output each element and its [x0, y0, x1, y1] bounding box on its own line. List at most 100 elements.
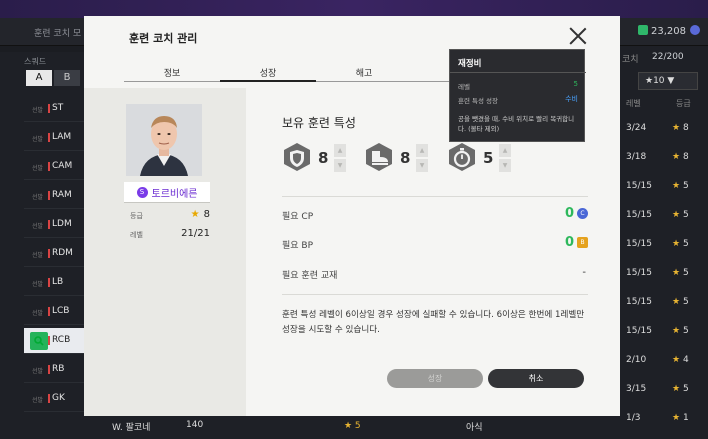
tab-dismiss[interactable]: 해고	[316, 66, 412, 82]
squad-row[interactable]: 선발 LB	[24, 270, 84, 296]
star-icon: ★	[672, 384, 683, 394]
tooltip-growth-value: 수비	[565, 95, 578, 103]
trait-stopwatch-up-button[interactable]: ▲	[499, 144, 511, 157]
tooltip-divider	[450, 72, 586, 73]
squad-row[interactable]: 선발 CAM	[24, 154, 84, 180]
squad-tab-b[interactable]: B	[54, 70, 80, 86]
trait-shield-up-button[interactable]: ▲	[334, 144, 346, 157]
squad-row-tag: 선발	[32, 397, 44, 404]
bottom-player-number: 140	[186, 420, 204, 430]
cost-bp-value: 0	[564, 235, 574, 250]
coach-list-grade: ★ 5	[672, 297, 689, 307]
squad-row-tag: 선발	[32, 136, 44, 143]
trait-stopwatch-down-button[interactable]: ▼	[499, 159, 511, 172]
squad-row-position: LDM	[48, 219, 72, 229]
coach-rarity-icon: S	[136, 186, 148, 198]
squad-row-position: LB	[47, 277, 64, 287]
tooltip-level-label: 레벨	[458, 83, 470, 91]
trait-boot-value: 8	[400, 149, 411, 167]
cost-cp-row: 필요 CP 0 C	[282, 206, 588, 223]
coach-list-row[interactable]: 15/15 ★ 5	[620, 232, 708, 258]
coach-level-value: 21/21	[181, 228, 210, 239]
trait-boot-down-button[interactable]: ▼	[416, 159, 428, 172]
coach-grade-label: 등급	[130, 212, 143, 220]
coach-list-row[interactable]: 15/15 ★ 5	[620, 290, 708, 316]
trait-shield-value: 8	[318, 149, 329, 167]
section-title: 보유 훈련 특성	[282, 116, 356, 130]
squad-label: 스쿼드	[24, 57, 47, 66]
coach-list-row[interactable]: 15/15 ★ 5	[620, 261, 708, 287]
bottom-strip: W. 팔코네 140 ★ 5 아식	[84, 416, 620, 439]
squad-row-tag: 선발	[32, 107, 44, 114]
shield-trait-icon	[284, 143, 310, 171]
coach-list-grade: ★ 5	[672, 326, 689, 336]
cost-bp-label: 필요 BP	[282, 241, 314, 251]
squad-row-position: CAM	[47, 161, 73, 171]
squad-row[interactable]: 선발 LAM	[24, 125, 84, 151]
trait-boot-up-button[interactable]: ▲	[416, 144, 428, 157]
cancel-button[interactable]: 취소	[488, 369, 584, 388]
coach-list-row[interactable]: 3/15 ★ 5	[620, 377, 708, 403]
star-icon: ★	[672, 268, 683, 278]
coach-list-grade: ★ 5	[672, 268, 689, 278]
bp-icon: B	[577, 237, 588, 248]
squad-row-position: LCB	[47, 306, 70, 316]
trait-shield-down-button[interactable]: ▼	[334, 159, 346, 172]
boot-trait-icon	[366, 143, 392, 171]
squad-row[interactable]: 선발 RB	[24, 357, 84, 383]
star-filter-dropdown[interactable]: ★10 ▼	[638, 72, 698, 90]
tab-info[interactable]: 정보	[124, 66, 220, 82]
cost-material-label: 필요 훈련 교재	[282, 271, 338, 281]
coach-portrait	[126, 104, 202, 176]
grow-button[interactable]: 성장	[387, 369, 483, 388]
coach-list-row[interactable]: 1/3 ★ 1	[620, 406, 708, 432]
squad-row[interactable]: 선발 LCB	[24, 299, 84, 325]
coach-grade-value: 8	[203, 209, 210, 220]
close-icon[interactable]	[568, 26, 588, 46]
coach-list-grade: ★ 8	[672, 123, 689, 133]
coach-divider	[124, 202, 210, 203]
squad-row[interactable]: 선발 RAM	[24, 183, 84, 209]
coach-list-row[interactable]: 15/15 ★ 5	[620, 174, 708, 200]
squad-row-position: GK	[48, 393, 65, 403]
star-icon: ★	[672, 181, 683, 191]
star-icon: ★	[672, 239, 683, 249]
coach-list-level: 15/15	[626, 268, 652, 278]
coach-list-level: 3/15	[626, 384, 647, 394]
squad-row[interactable]: 선발 GK	[24, 386, 84, 412]
coach-list-grade: ★ 5	[672, 210, 689, 220]
squad-row-position: RCB	[47, 335, 71, 345]
coach-list-level: 15/15	[626, 297, 652, 307]
squad-row[interactable]: RCB	[24, 328, 84, 354]
currency-display: 23,208	[638, 25, 700, 37]
coach-name-plate: S 토르비에른	[124, 182, 210, 202]
coach-list-grade: ★ 8	[672, 152, 689, 162]
squad-tab-a[interactable]: A	[26, 70, 52, 86]
squad-row[interactable]: 선발 ST	[24, 96, 84, 122]
coach-list-row[interactable]: 3/18 ★ 8	[620, 145, 708, 171]
background-title: 훈련 코치 모	[34, 29, 82, 39]
coach-list-row[interactable]: 2/10 ★ 4	[620, 348, 708, 374]
tab-growth[interactable]: 성장	[220, 66, 316, 82]
growth-notice: 훈련 특성 레벨이 6이상일 경우 성장에 실패할 수 있습니다. 6이상은 한…	[282, 310, 585, 335]
add-currency-icon[interactable]	[690, 25, 700, 35]
coach-list-level: 15/15	[626, 181, 652, 191]
col-level-header: 레벨	[626, 99, 641, 108]
cost-cp-value: 0	[564, 206, 574, 221]
squad-row[interactable]: 선발 RDM	[24, 241, 84, 267]
cost-bp-row: 필요 BP 0 B	[282, 235, 588, 252]
squad-row[interactable]: 선발 LDM	[24, 212, 84, 238]
coach-list-level: 3/18	[626, 152, 647, 162]
coach-list-level: 3/24	[626, 123, 647, 133]
squad-row-tag: 선발	[32, 194, 44, 201]
coach-list-level: 15/15	[626, 210, 652, 220]
coach-list-row[interactable]: 15/15 ★ 5	[620, 319, 708, 345]
squad-row-tag: 선발	[32, 223, 44, 230]
coach-list-row[interactable]: 15/15 ★ 5	[620, 203, 708, 229]
trait-tooltip: 재정비 레벨 5 훈련 특성 성장 수비 공을 뺏겼을 때, 수비 위치로 빨리…	[449, 49, 586, 142]
search-icon[interactable]	[30, 332, 48, 350]
coach-list-row[interactable]: 3/24 ★ 8	[620, 116, 708, 142]
coach-list-grade: ★ 5	[672, 239, 689, 249]
coach-list-level: 2/10	[626, 355, 647, 365]
squad-row-position: ST	[47, 103, 64, 113]
